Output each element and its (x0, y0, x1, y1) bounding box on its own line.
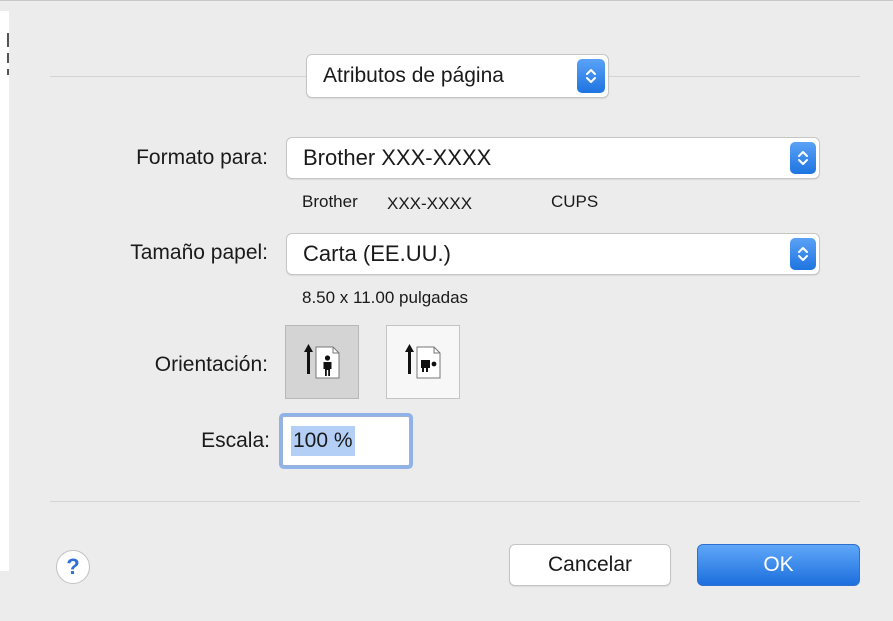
edge-mark (7, 53, 9, 63)
edge-mark (7, 69, 9, 75)
help-button[interactable]: ? (56, 550, 90, 584)
scale-value: 100 % (291, 426, 355, 456)
landscape-person-icon (401, 338, 445, 387)
printer-driver: CUPS (551, 192, 599, 211)
window-edge (0, 11, 9, 571)
paper-size-label: Tamaño papel: (130, 241, 268, 264)
edge-mark (7, 33, 9, 47)
format-for-value: Brother XXX-XXXX (303, 145, 492, 170)
ok-button[interactable]: OK (697, 544, 860, 586)
page-setup-dialog: Atributos de página Formato para: Brothe… (0, 0, 893, 621)
chevron-up-down-icon (577, 59, 605, 93)
orientation-label: Orientación: (154, 353, 268, 376)
settings-popup-value: Atributos de página (323, 64, 504, 87)
paper-size-popup[interactable]: Carta (EE.UU.) (286, 233, 820, 275)
orientation-landscape-button[interactable] (386, 325, 460, 399)
cancel-button[interactable]: Cancelar (509, 544, 671, 586)
question-mark-icon: ? (66, 554, 80, 579)
top-divider-right (609, 76, 860, 77)
printer-model: XXX-XXXX (387, 194, 473, 213)
format-for-label: Formato para: (136, 146, 268, 169)
orientation-portrait-button[interactable] (285, 325, 359, 399)
format-for-popup[interactable]: Brother XXX-XXXX (286, 137, 820, 179)
scale-label: Escala: (201, 429, 270, 452)
paper-dimensions: 8.50 x 11.00 pulgadas (302, 288, 469, 307)
paper-size-value: Carta (EE.UU.) (303, 241, 451, 266)
chevron-up-down-icon (790, 142, 816, 174)
portrait-person-icon (300, 338, 344, 387)
chevron-up-down-icon (790, 238, 816, 270)
top-divider-left (50, 76, 306, 77)
settings-popup[interactable]: Atributos de página (306, 54, 609, 98)
scale-input[interactable]: 100 % (282, 416, 410, 466)
printer-name: Brother (302, 192, 358, 211)
bottom-divider (50, 501, 860, 502)
